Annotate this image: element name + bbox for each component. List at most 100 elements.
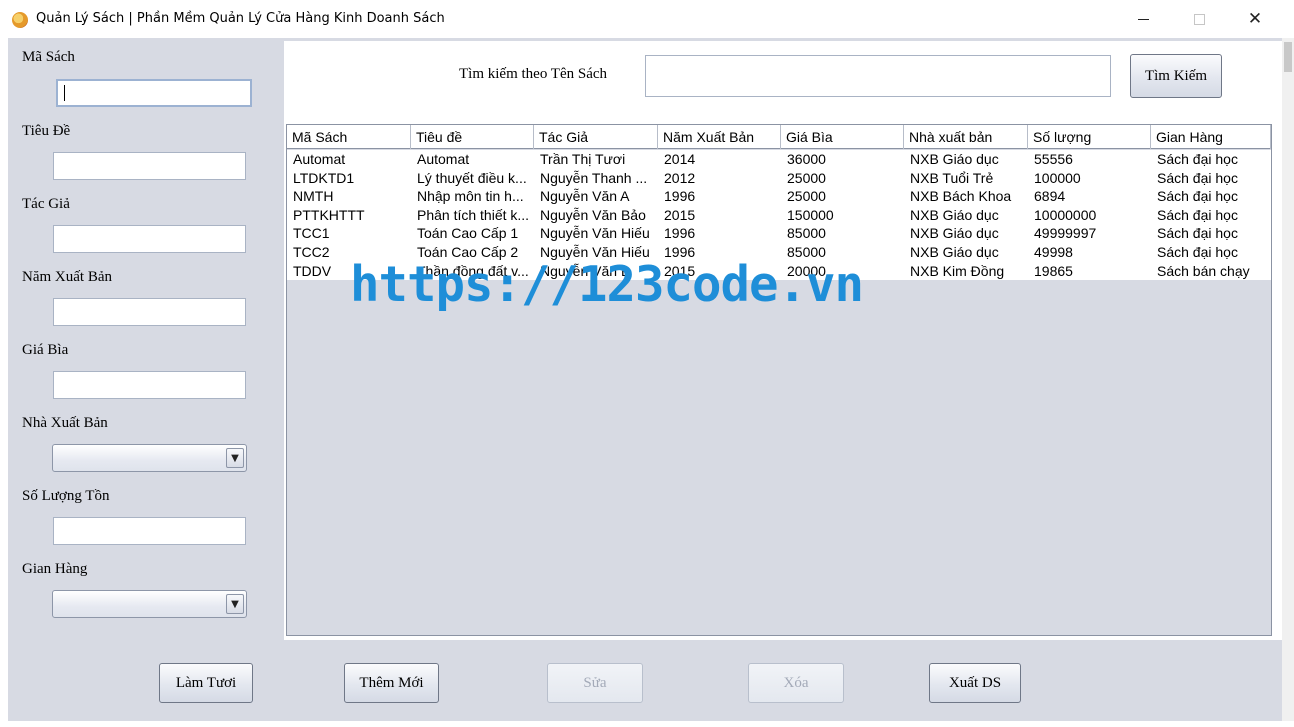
table-cell: Automat bbox=[293, 151, 346, 167]
table-header: Mã Sách Tiêu đề Tác Giả Năm Xuất Bản Giá… bbox=[287, 125, 1271, 149]
nha-xuat-ban-select[interactable]: ▼ bbox=[52, 444, 247, 472]
table-cell: 85000 bbox=[787, 225, 826, 242]
table-cell: Sách đại học bbox=[1157, 169, 1238, 186]
table-cell: Sách đại học bbox=[1157, 206, 1238, 223]
table-cell: NXB Kim Đồng bbox=[910, 262, 1005, 279]
table-cell: NXB Giáo dục bbox=[910, 206, 999, 223]
table-cell: Automat bbox=[417, 151, 470, 167]
table-cell: NMTH bbox=[293, 188, 334, 205]
tac-gia-label: Tác Giả bbox=[22, 196, 70, 212]
minimize-button[interactable] bbox=[1120, 4, 1166, 34]
table-cell: 49999997 bbox=[1034, 225, 1097, 242]
export-button[interactable]: Xuất DS bbox=[929, 663, 1021, 703]
table-cell: Sách bán chạy bbox=[1157, 262, 1250, 279]
table-row[interactable]: LTDKTD1 Lý thuyết điều k... Nguyễn Thanh… bbox=[287, 169, 1271, 188]
table-cell: Sách đại học bbox=[1157, 243, 1238, 260]
table-cell: NXB Giáo dục bbox=[910, 243, 999, 260]
ma-sach-input[interactable] bbox=[56, 79, 252, 107]
table-cell: 2015 bbox=[664, 206, 696, 223]
column-header[interactable]: Số lượng bbox=[1028, 125, 1151, 149]
table-cell: 36000 bbox=[787, 151, 826, 167]
window-bottom-border bbox=[0, 721, 1294, 727]
table-cell: Nhập môn tin h... bbox=[417, 188, 524, 205]
table-cell: 6894 bbox=[1034, 188, 1066, 205]
delete-button[interactable]: Xóa bbox=[748, 663, 844, 703]
table-cell: NXB Bách Khoa bbox=[910, 188, 1012, 205]
maximize-icon bbox=[1193, 13, 1205, 25]
column-header[interactable]: Tác Giả bbox=[534, 125, 658, 149]
text-caret bbox=[64, 85, 65, 101]
nam-xuat-ban-label: Năm Xuất Bản bbox=[22, 269, 112, 285]
column-header[interactable]: Giá Bìa bbox=[781, 125, 904, 149]
column-header[interactable]: Mã Sách bbox=[287, 125, 411, 149]
table-cell: Toán Cao Cấp 1 bbox=[417, 225, 519, 242]
table-cell: Sách đại học bbox=[1157, 188, 1238, 205]
window-left-border bbox=[0, 38, 8, 727]
table-cell: Nguyễn Văn Bảo bbox=[540, 206, 646, 223]
gia-bia-label: Giá Bìa bbox=[22, 342, 69, 358]
gia-bia-input[interactable] bbox=[53, 371, 246, 399]
table-row[interactable]: PTTKHTTT Phân tích thiết k... Nguyễn Văn… bbox=[287, 206, 1271, 225]
table-cell: 10000000 bbox=[1034, 206, 1097, 223]
nam-xuat-ban-input[interactable] bbox=[53, 298, 246, 326]
column-header[interactable]: Tiêu đề bbox=[411, 125, 534, 149]
table-cell: 1996 bbox=[664, 225, 696, 242]
scrollbar-thumb[interactable] bbox=[1284, 42, 1292, 72]
search-button[interactable]: Tìm Kiếm bbox=[1130, 54, 1222, 98]
table-cell: Trần Thị Tươi bbox=[540, 151, 626, 167]
table-cell: 2014 bbox=[664, 151, 696, 167]
column-header[interactable]: Nhà xuất bản bbox=[904, 125, 1028, 149]
close-icon: ✕ bbox=[1247, 9, 1263, 29]
table-cell: Sách đại học bbox=[1157, 151, 1238, 167]
table-cell: 55556 bbox=[1034, 151, 1073, 167]
tac-gia-input[interactable] bbox=[53, 225, 246, 253]
minimize-icon bbox=[1137, 18, 1149, 20]
title-bar: Quản Lý Sách | Phần Mềm Quản Lý Cửa Hàng… bbox=[0, 0, 1294, 38]
table-row[interactable]: NMTH Nhập môn tin h... Nguyễn Văn A 1996… bbox=[287, 187, 1271, 206]
search-label: Tìm kiếm theo Tên Sách bbox=[459, 66, 608, 82]
table-cell: PTTKHTTT bbox=[293, 206, 365, 223]
tieu-de-label: Tiêu Đề bbox=[22, 123, 71, 139]
column-header[interactable]: Gian Hàng bbox=[1151, 125, 1271, 149]
table-cell: TCC1 bbox=[293, 225, 330, 242]
nha-xuat-ban-label: Nhà Xuất Bản bbox=[22, 415, 108, 431]
so-luong-ton-input[interactable] bbox=[53, 517, 246, 545]
gian-hang-select[interactable]: ▼ bbox=[52, 590, 247, 618]
table-cell: 25000 bbox=[787, 169, 826, 186]
search-input[interactable] bbox=[645, 55, 1111, 97]
maximize-button[interactable] bbox=[1176, 4, 1222, 34]
table-cell: Lý thuyết điều k... bbox=[417, 169, 527, 186]
column-header[interactable]: Năm Xuất Bản bbox=[658, 125, 781, 149]
gian-hang-label: Gian Hàng bbox=[22, 561, 88, 577]
table-cell: NXB Giáo dục bbox=[910, 225, 999, 242]
table-cell: Nguyễn Thanh ... bbox=[540, 169, 648, 186]
chevron-down-icon[interactable]: ▼ bbox=[226, 594, 244, 614]
table-cell: Phân tích thiết k... bbox=[417, 206, 530, 223]
window-title: Quản Lý Sách | Phần Mềm Quản Lý Cửa Hàng… bbox=[36, 11, 445, 26]
table-cell: 25000 bbox=[787, 188, 826, 205]
books-table[interactable]: Mã Sách Tiêu đề Tác Giả Năm Xuất Bản Giá… bbox=[286, 124, 1272, 636]
ma-sach-label: Mã Sách bbox=[22, 49, 75, 65]
table-cell: 49998 bbox=[1034, 243, 1073, 260]
edit-button[interactable]: Sửa bbox=[547, 663, 643, 703]
add-button[interactable]: Thêm Mới bbox=[344, 663, 439, 703]
tieu-de-input[interactable] bbox=[53, 152, 246, 180]
refresh-button[interactable]: Làm Tươi bbox=[159, 663, 253, 703]
so-luong-ton-label: Số Lượng Tồn bbox=[22, 488, 110, 504]
table-cell: 2012 bbox=[664, 169, 696, 186]
table-cell: 19865 bbox=[1034, 262, 1073, 279]
chevron-down-icon[interactable]: ▼ bbox=[226, 448, 244, 468]
table-cell: NXB Tuổi Trẻ bbox=[910, 169, 994, 186]
table-cell: NXB Giáo dục bbox=[910, 151, 999, 167]
close-button[interactable]: ✕ bbox=[1232, 4, 1278, 34]
table-cell: 150000 bbox=[787, 206, 834, 223]
book-stack-icon bbox=[12, 12, 28, 28]
table-cell: Nguyễn Văn Hiếu bbox=[540, 225, 650, 242]
table-row[interactable]: Automat Automat Trần Thị Tươi 2014 36000… bbox=[287, 150, 1271, 169]
table-cell: 1996 bbox=[664, 188, 696, 205]
table-row[interactable]: TCC1 Toán Cao Cấp 1 Nguyễn Văn Hiếu 1996… bbox=[287, 224, 1271, 243]
table-cell: Sách đại học bbox=[1157, 225, 1238, 242]
table-cell: Nguyễn Văn A bbox=[540, 188, 630, 205]
watermark-text: https://123code.vn bbox=[350, 256, 864, 313]
scrollbar[interactable] bbox=[1282, 38, 1294, 727]
